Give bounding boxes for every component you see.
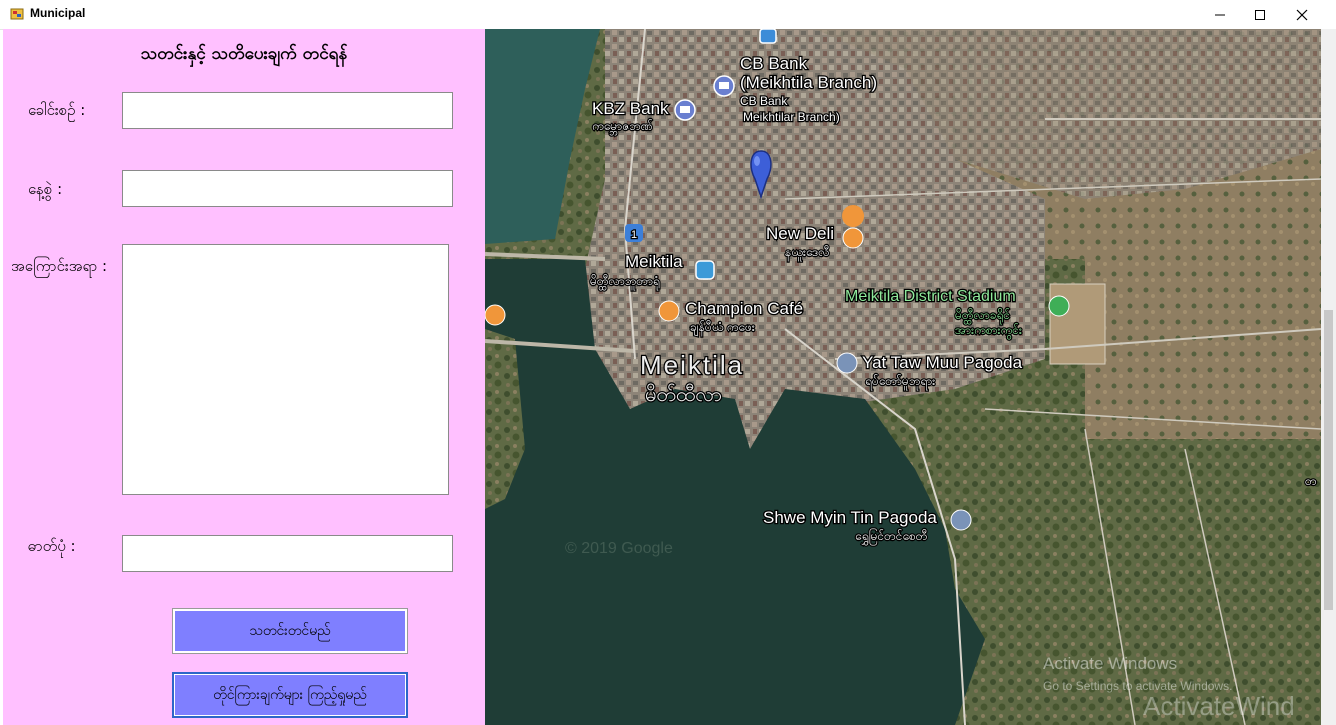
new-deli-label: New Deli [766,224,834,243]
watermark-line1: Activate Windows [1043,654,1177,673]
kbz-bank-label: KBZ Bank [592,99,669,118]
form-panel: သတင်းနှင့် သတိပေးချက် တင်ရန် ခေါင်းစဉ် :… [3,29,485,725]
maximize-button[interactable] [1238,0,1282,29]
date-label: နေ့စွဲ : [28,180,63,198]
map-copyright: © 2019 Google [565,540,673,557]
cafe-poi-icon[interactable] [658,300,680,322]
city-label: Meiktila [640,350,744,380]
cb-bank-sub-label: CB Bank [740,94,788,108]
photo-label: ဓာတ်ပုံ : [28,537,76,555]
title-bar[interactable]: Municipal [0,0,1336,30]
minimize-icon [1215,14,1225,15]
edge-label: တ [1305,474,1317,488]
content-textarea[interactable] [122,244,449,495]
cb-bank-sub-label-2: Meikhtilar Branch) [743,110,840,124]
window-title: Municipal [30,6,86,20]
maximize-icon [1255,9,1265,20]
cb-bank-label: CB Bank [740,54,808,73]
cb-bank-branch-label: (Meikhtila Branch) [740,73,877,92]
satellite-map[interactable]: 1 CB Bank (Meikhtila Branch) CB Bank Mei… [485,29,1321,725]
content-label: အကြောင်းအရာ : [11,257,108,275]
cb-bank-poi-icon[interactable] [713,75,735,97]
form-heading: သတင်းနှင့် သတိပေးချက် တင်ရန် [140,44,348,64]
champion-cafe-label: Champion Café [685,299,803,318]
watermark-line3: ActivateWind [1143,691,1295,721]
close-button[interactable] [1280,0,1324,29]
kbz-bank-poi-icon[interactable] [674,99,696,121]
route-number: 1 [631,229,637,241]
title-input[interactable] [122,92,453,129]
scrollbar-thumb[interactable] [1324,310,1333,610]
close-icon [1296,9,1308,20]
transit-poi-icon[interactable] [759,29,777,44]
route-badge-icon: 1 [625,224,643,242]
stadium-label: Meiktila District Stadium [845,288,1016,305]
shwe-myin-tin-label: Shwe Myin Tin Pagoda [763,508,937,527]
submit-news-button[interactable]: သတင်းတင်မည် [172,608,408,654]
title-label: ခေါင်းစဉ် : [28,101,86,119]
stadium-poi-icon[interactable] [1048,295,1070,317]
cafe-edge-poi-icon[interactable] [485,304,506,326]
train-station-poi-icon[interactable] [695,260,715,280]
shwe-myin-tin-poi-icon[interactable] [950,509,972,531]
city-mm-label: မိတ်ထီလာ [645,383,722,406]
map-imagery: 1 CB Bank (Meikhtila Branch) CB Bank Mei… [485,29,1321,725]
view-complaints-button[interactable]: တိုင်ကြားချက်များ ကြည့်ရှုမည် [172,672,408,718]
photo-input[interactable] [122,535,453,572]
yat-taw-muu-label: Yat Taw Muu Pagoda [862,353,1023,372]
app-icon [10,8,24,20]
date-input[interactable] [122,170,453,207]
minimize-button[interactable] [1198,0,1242,29]
pagoda-poi-icon[interactable] [836,352,858,374]
meiktila-station-label: Meiktila [625,252,683,271]
